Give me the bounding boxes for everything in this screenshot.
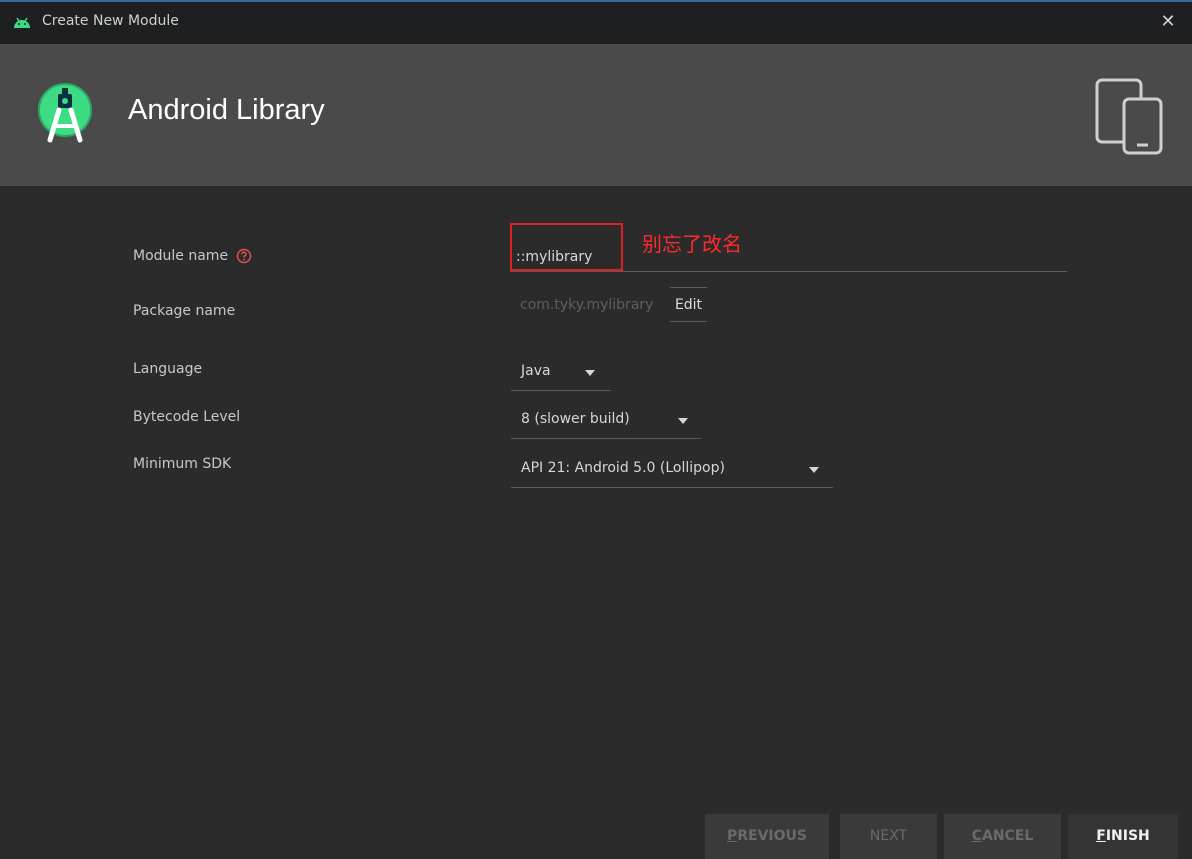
cancel-button[interactable]: CANCEL: [944, 814, 1061, 859]
chevron-down-icon: [809, 467, 819, 473]
minimum-sdk-label: Minimum SDK: [133, 456, 232, 472]
bytecode-level-select[interactable]: 8 (slower build): [511, 403, 701, 439]
bytecode-level-value: 8 (slower build): [521, 411, 630, 427]
module-name-underline: [510, 271, 1067, 272]
package-name-value: com.tyky.mylibrary: [520, 297, 654, 313]
module-name-label-text: Module name: [133, 248, 229, 264]
module-name-input[interactable]: ::mylibrary: [510, 223, 623, 271]
language-label: Language: [133, 361, 203, 377]
previous-button[interactable]: PREVIOUS: [705, 814, 829, 859]
chevron-down-icon: [585, 370, 595, 376]
window-title: Create New Module: [42, 13, 179, 29]
title-bar: Create New Module ✕: [0, 0, 1192, 44]
wizard-header: Android Library: [0, 44, 1192, 186]
bytecode-level-label: Bytecode Level: [133, 409, 241, 425]
minimum-sdk-select[interactable]: API 21: Android 5.0 (Lollipop): [511, 452, 833, 488]
next-button[interactable]: NEXT: [840, 814, 937, 859]
android-studio-icon: [38, 83, 92, 143]
module-name-label: Module name: [133, 248, 252, 264]
finish-button[interactable]: FINISH: [1068, 814, 1178, 859]
chevron-down-icon: [678, 418, 688, 424]
android-icon: [14, 17, 30, 28]
package-name-label: Package name: [133, 303, 236, 319]
edit-package-button[interactable]: Edit: [670, 287, 707, 322]
language-select[interactable]: Java: [511, 355, 611, 391]
module-name-value: ::mylibrary: [516, 249, 593, 265]
rename-annotation: 别忘了改名: [642, 232, 742, 256]
page-title: Android Library: [128, 94, 325, 126]
help-icon[interactable]: [236, 248, 252, 264]
minimum-sdk-value: API 21: Android 5.0 (Lollipop): [521, 460, 725, 476]
close-icon[interactable]: ✕: [1156, 10, 1180, 34]
language-value: Java: [521, 363, 551, 379]
devices-icon: [1095, 78, 1163, 155]
